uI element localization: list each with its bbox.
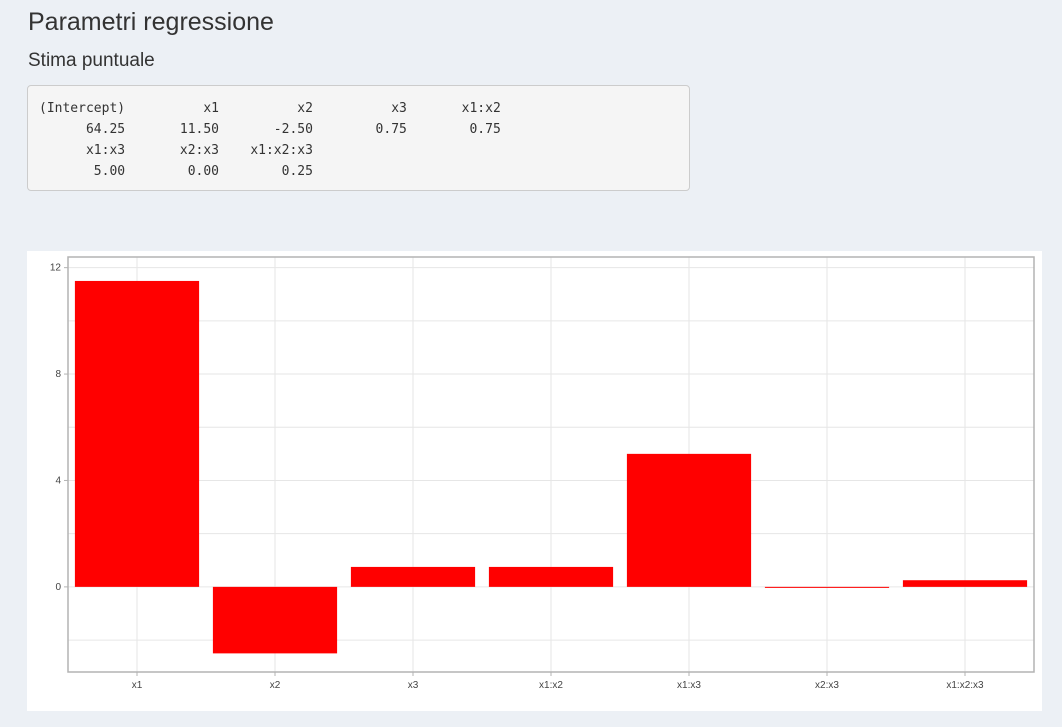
bar-x1-x2 [488,566,614,587]
regression-output-box: (Intercept) x1 x2 x3 x1:x2 64.25 11.50 -… [27,85,690,191]
y-tick-label: 0 [55,582,61,593]
output-line: (Intercept) x1 x2 x3 x1:x2 [39,101,501,116]
regression-output-text: (Intercept) x1 x2 x3 x1:x2 64.25 11.50 -… [39,98,501,182]
page-title: Parametri regressione [28,8,274,36]
bar-x1-x3 [626,453,752,587]
output-line: x1:x3 x2:x3 x1:x2:x3 [39,143,313,158]
bar-x1 [74,280,200,587]
x-tick-label: x2 [270,680,281,691]
x-tick-label: x3 [408,680,419,691]
coefficient-bar-chart: 0 4 8 12 x1 x2 x3 x1:x2 x1:x3 x2:x3 x1:x2:x3 [27,251,1042,711]
bar-x1-x2-x3 [902,580,1028,587]
bar-x2 [212,586,338,654]
y-tick-label: 12 [50,263,62,274]
x-tick-label: x1:x2 [539,680,563,691]
y-tick-label: 4 [55,475,61,486]
page: Parametri regressione Stima puntuale (In… [0,0,1062,727]
y-tick-label: 8 [55,369,61,380]
x-tick-label: x1:x3 [677,680,701,691]
output-line: 5.00 0.00 0.25 [39,164,313,179]
chart-svg: 0 4 8 12 x1 x2 x3 x1:x2 x1:x3 x2:x3 x1:x2:x3 [50,256,1035,691]
x-tick-label: x1:x2:x3 [946,680,984,691]
x-tick-label: x2:x3 [815,680,839,691]
section-subtitle: Stima puntuale [28,50,155,71]
x-tick-label: x1 [132,680,143,691]
output-line: 64.25 11.50 -2.50 0.75 0.75 [39,122,501,137]
bar-x3 [350,566,476,587]
bar-x2-x3 [764,586,890,588]
